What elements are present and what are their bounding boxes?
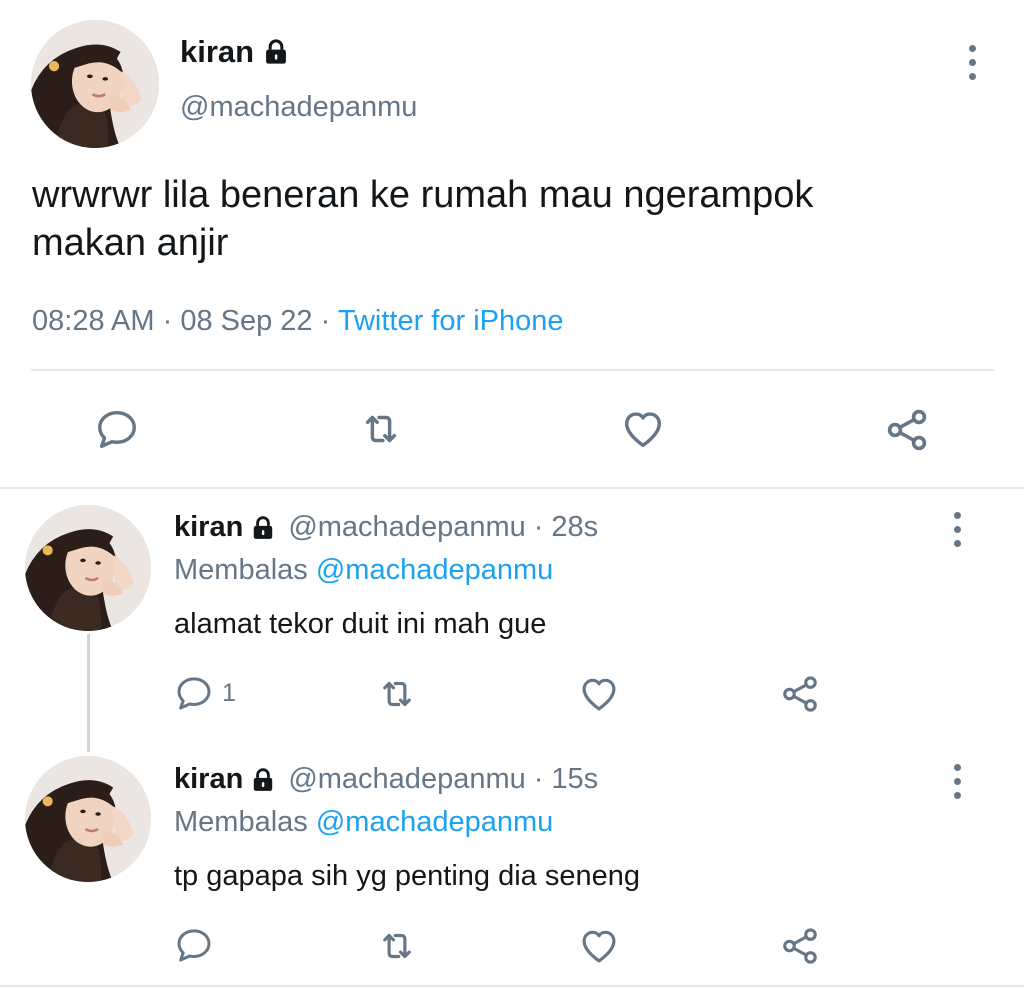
reply-display-name[interactable]: kiran: [174, 763, 243, 796]
reply-reply-button[interactable]: 1: [174, 673, 236, 713]
replying-to-prefix: Membalas: [174, 806, 308, 838]
avatar-image: [31, 20, 159, 148]
replying-to-link[interactable]: @machadepanmu: [316, 554, 553, 586]
reply-display-name[interactable]: kiran: [174, 511, 243, 544]
main-tweet-source-link[interactable]: Twitter for iPhone: [338, 305, 564, 337]
reply-text: tp gapapa sih yg penting dia seneng: [174, 860, 640, 892]
reply-share-button[interactable]: [779, 673, 821, 715]
lock-icon: [250, 767, 276, 793]
reply-avatar[interactable]: [25, 505, 151, 631]
reply-count: 1: [222, 678, 236, 707]
meta-separator: ·: [162, 305, 173, 337]
reply-more-icon[interactable]: [947, 764, 967, 799]
main-tweet-display-name[interactable]: kiran: [180, 34, 254, 70]
reply-age: 28s: [551, 511, 599, 543]
main-tweet-divider: [31, 369, 994, 371]
reply-icon: [174, 673, 214, 713]
main-tweet-time: 08:28 AM: [32, 305, 155, 337]
thread-line: [87, 634, 90, 752]
replying-to-link[interactable]: @machadepanmu: [316, 806, 553, 838]
replying-to: Membalas @machadepanmu: [174, 554, 553, 587]
reply-header: kiran @machadepanmu · 28s: [174, 511, 598, 544]
reply-reply-button[interactable]: [174, 925, 214, 965]
retweet-icon: [376, 925, 418, 967]
meta-separator: ·: [533, 763, 544, 795]
bottom-divider: [0, 985, 1024, 987]
main-tweet-text-line: makan anjir: [32, 222, 229, 264]
avatar-image: [25, 505, 151, 631]
meta-separator: ·: [533, 511, 544, 543]
share-icon: [779, 673, 821, 715]
main-tweet-date: 08 Sep 22: [180, 305, 313, 337]
avatar-image: [25, 756, 151, 882]
main-tweet-meta: 08:28 AM · 08 Sep 22 · Twitter for iPhon…: [32, 305, 564, 338]
main-tweet-text: wrwrwr lila beneran ke rumah mau ngeramp…: [32, 171, 813, 267]
reply-like-button[interactable]: [578, 673, 620, 715]
section-divider: [0, 487, 1024, 489]
reply-avatar[interactable]: [25, 756, 151, 882]
reply-header: kiran @machadepanmu · 15s: [174, 763, 598, 796]
replying-to-prefix: Membalas: [174, 554, 308, 586]
reply-icon: [94, 406, 140, 452]
main-tweet-author[interactable]: kiran: [180, 34, 290, 70]
main-tweet-text-line: wrwrwr lila beneran ke rumah mau ngeramp…: [32, 174, 814, 216]
reply-retweet-button[interactable]: [376, 925, 418, 967]
lock-icon: [250, 515, 276, 541]
main-retweet-button[interactable]: [358, 406, 404, 452]
meta-separator: ·: [320, 305, 331, 337]
share-icon: [779, 925, 821, 967]
reply-icon: [174, 925, 214, 965]
reply-retweet-button[interactable]: [376, 673, 418, 715]
reply-text: alamat tekor duit ini mah gue: [174, 608, 547, 640]
main-tweet-avatar[interactable]: [31, 20, 159, 148]
main-tweet-handle[interactable]: @machadepanmu: [180, 91, 417, 124]
retweet-icon: [376, 673, 418, 715]
main-reply-button[interactable]: [94, 406, 140, 452]
lock-icon: [262, 38, 290, 66]
replying-to: Membalas @machadepanmu: [174, 806, 553, 839]
reply-age: 15s: [551, 763, 599, 795]
reply-handle[interactable]: @machadepanmu: [288, 511, 525, 544]
main-share-button[interactable]: [883, 406, 931, 454]
like-icon: [578, 925, 620, 967]
main-tweet-more-icon[interactable]: [962, 45, 982, 80]
main-like-button[interactable]: [620, 406, 666, 452]
like-icon: [578, 673, 620, 715]
retweet-icon: [358, 406, 404, 452]
reply-like-button[interactable]: [578, 925, 620, 967]
reply-more-icon[interactable]: [947, 512, 967, 547]
reply-handle[interactable]: @machadepanmu: [288, 763, 525, 796]
share-icon: [883, 406, 931, 454]
like-icon: [620, 406, 666, 452]
reply-share-button[interactable]: [779, 925, 821, 967]
